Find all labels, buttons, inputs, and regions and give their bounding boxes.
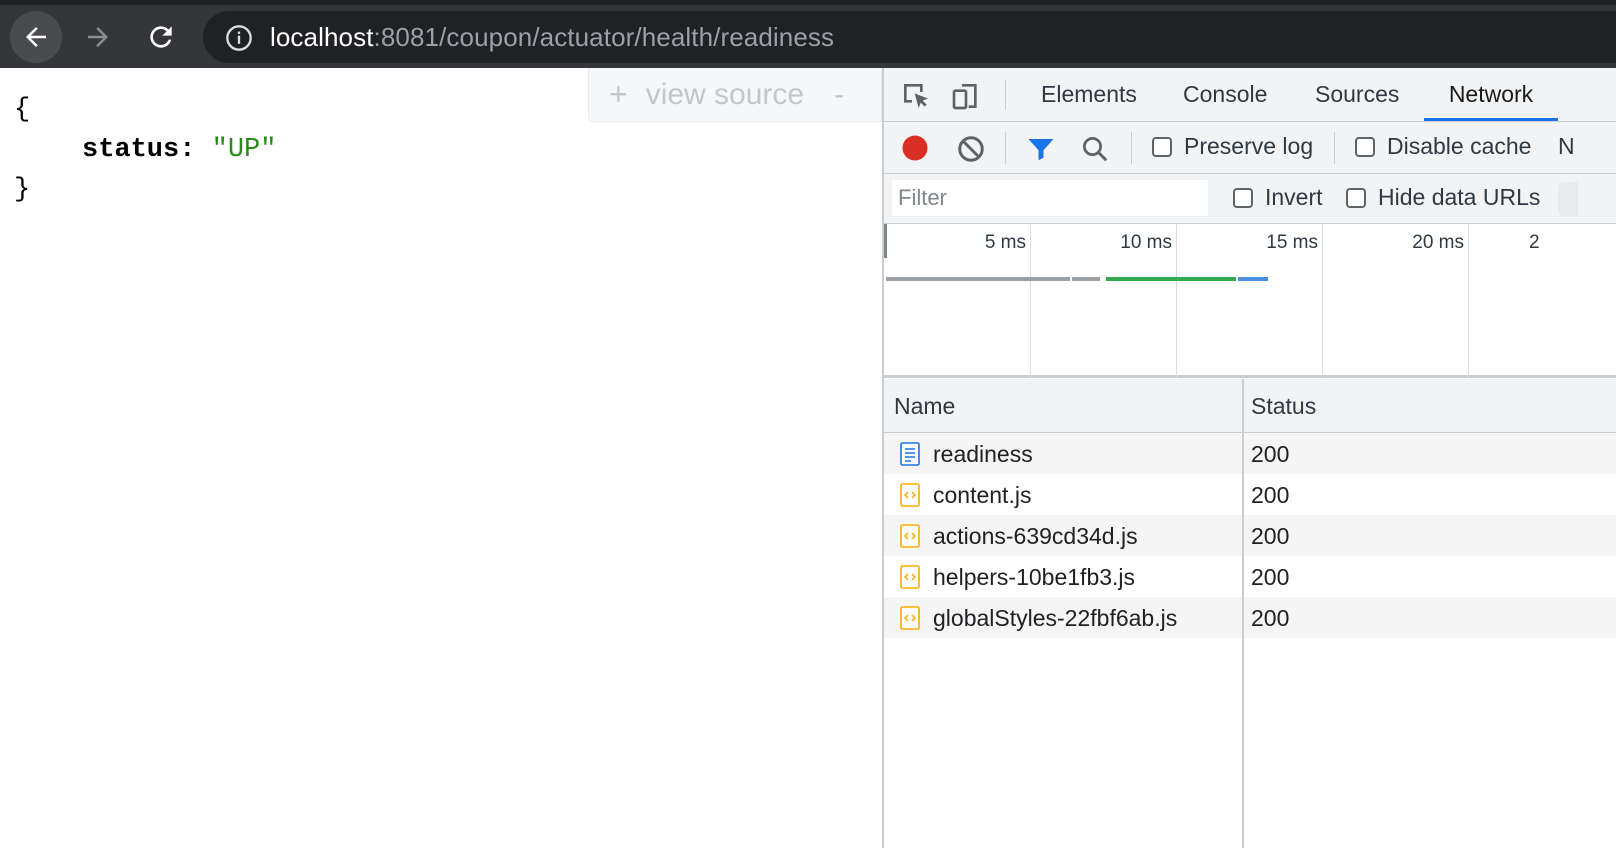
hide-data-urls-checkbox[interactable]: Hide data URLs [1346, 184, 1540, 211]
overview-left-marker [884, 224, 887, 258]
reload-button[interactable] [135, 11, 187, 63]
script-file-icon [900, 524, 920, 548]
url-text[interactable]: localhost:8081/coupon/actuator/health/re… [270, 22, 834, 53]
network-controls: Preserve log Disable cache N [884, 122, 1616, 174]
table-row[interactable]: globalStyles-22fbf6ab.js 200 [884, 597, 1616, 638]
document-icon [900, 442, 920, 466]
forward-button[interactable] [72, 11, 124, 63]
filter-bar: Filter Invert Hide data URLs [884, 174, 1616, 224]
back-arrow-icon [26, 27, 46, 47]
table-row[interactable]: helpers-10be1fb3.js 200 [884, 556, 1616, 597]
request-name: actions-639cd34d.js [933, 523, 1138, 549]
view-source-label[interactable]: view source [646, 78, 804, 112]
search-icon[interactable] [1080, 134, 1110, 164]
browser-toolbar: localhost:8081/coupon/actuator/health/re… [0, 0, 1616, 68]
devtools-panel: Elements Console Sources Network Preserv… [882, 68, 1616, 848]
column-name-header[interactable]: Name [894, 393, 955, 420]
inspect-element-icon[interactable] [900, 80, 932, 112]
filter-funnel-icon[interactable] [1026, 134, 1056, 164]
devtools-tab-bar: Elements Console Sources Network [884, 68, 1616, 122]
json-value: "UP" [211, 135, 277, 165]
tab-elements[interactable]: Elements [1041, 68, 1137, 121]
column-divider[interactable] [1242, 379, 1244, 848]
timing-bar-queued [1072, 277, 1100, 281]
request-status: 200 [1251, 441, 1290, 467]
filter-type-chip[interactable] [1558, 182, 1578, 216]
request-list: readiness 200 content.js 200 actions-639… [884, 433, 1616, 638]
json-key: status: [82, 135, 196, 165]
grid-line [1468, 224, 1469, 378]
reload-icon [150, 26, 172, 48]
toolbar-divider [1005, 80, 1006, 110]
timing-bar-download [1106, 277, 1236, 281]
info-icon[interactable] [225, 24, 253, 52]
invert-label: Invert [1265, 184, 1323, 210]
checkbox-icon[interactable] [1152, 136, 1172, 157]
grid-line [1322, 224, 1323, 378]
url-path: :8081/coupon/actuator/health/readiness [373, 22, 835, 52]
disable-cache-checkbox[interactable]: Disable cache [1355, 133, 1531, 160]
toolbar-divider [1005, 132, 1006, 164]
tick-label: 15 ms [1266, 232, 1318, 253]
throttling-dropdown[interactable]: N [1558, 133, 1575, 160]
grid-line [1030, 224, 1031, 378]
tick-label: 5 ms [984, 232, 1026, 253]
script-file-icon [900, 483, 920, 507]
clear-icon[interactable] [956, 134, 986, 164]
address-bar[interactable]: localhost:8081/coupon/actuator/health/re… [203, 11, 1616, 63]
tick-label: 2 [1529, 232, 1540, 253]
expand-plus-icon[interactable]: + [609, 76, 628, 113]
json-open-brace: { [14, 95, 31, 125]
preserve-log-label: Preserve log [1184, 133, 1314, 159]
request-status: 200 [1251, 605, 1290, 631]
checkbox-icon[interactable] [1233, 187, 1253, 208]
column-status-header[interactable]: Status [1251, 393, 1316, 420]
tick-label: 10 ms [1120, 232, 1172, 253]
request-name: helpers-10be1fb3.js [933, 564, 1136, 590]
filter-input[interactable]: Filter [892, 180, 1208, 216]
request-name: readiness [933, 441, 1033, 467]
record-icon[interactable] [900, 133, 930, 163]
collapse-minus-icon[interactable]: - [834, 78, 844, 112]
device-toolbar-icon[interactable] [950, 80, 982, 112]
network-overview: 5 ms 10 ms 15 ms 20 ms 2 [884, 224, 1616, 378]
tab-console[interactable]: Console [1183, 68, 1267, 121]
grid-line [1176, 224, 1177, 378]
disable-cache-label: Disable cache [1387, 133, 1532, 159]
request-name: content.js [933, 482, 1032, 508]
page-content: { status: "UP" } + view source - [0, 68, 882, 848]
request-status: 200 [1251, 482, 1290, 508]
invert-checkbox[interactable]: Invert [1233, 184, 1323, 211]
request-status: 200 [1251, 523, 1290, 549]
request-name: globalStyles-22fbf6ab.js [933, 605, 1178, 631]
json-viewer: { status: "UP" } [14, 90, 276, 210]
json-line: status: "UP" [14, 130, 276, 170]
timing-bar-waiting [886, 277, 1070, 281]
back-button[interactable] [10, 11, 62, 63]
url-host: localhost [270, 22, 374, 52]
request-table-header: Name Status [884, 379, 1616, 433]
throttling-label: N [1558, 133, 1575, 159]
table-row[interactable]: content.js 200 [884, 474, 1616, 515]
checkbox-icon[interactable] [1346, 187, 1366, 208]
toolbar-divider [1131, 132, 1132, 164]
script-file-icon [900, 565, 920, 589]
toolbar-divider [1334, 132, 1335, 164]
table-row[interactable]: readiness 200 [884, 433, 1616, 474]
view-source-toggle[interactable]: + view source - [588, 68, 882, 122]
forward-arrow-icon [88, 27, 108, 47]
tick-label: 20 ms [1412, 232, 1464, 253]
table-row[interactable]: actions-639cd34d.js 200 [884, 515, 1616, 556]
checkbox-icon[interactable] [1355, 136, 1375, 157]
hide-data-urls-label: Hide data URLs [1378, 184, 1541, 210]
tab-network[interactable]: Network [1424, 68, 1558, 121]
tab-sources[interactable]: Sources [1315, 68, 1399, 121]
preserve-log-checkbox[interactable]: Preserve log [1152, 133, 1313, 160]
request-status: 200 [1251, 564, 1290, 590]
json-close-brace: } [14, 175, 31, 205]
script-file-icon [900, 606, 920, 630]
timing-bar-script [1238, 277, 1268, 281]
